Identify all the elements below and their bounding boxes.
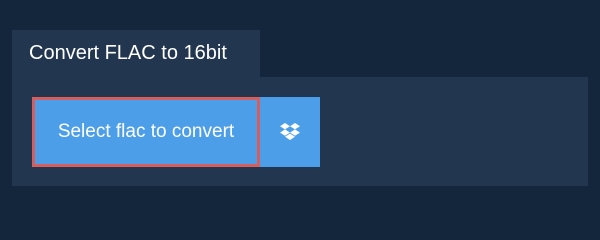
upload-panel: Select flac to convert	[12, 77, 588, 186]
dropbox-icon	[280, 123, 300, 141]
select-file-button[interactable]: Select flac to convert	[32, 97, 260, 167]
tab-title-text: Convert FLAC to 16bit	[29, 42, 227, 64]
dropbox-button[interactable]	[260, 97, 320, 167]
select-file-label: Select flac to convert	[57, 121, 235, 142]
converter-tab-title: Convert FLAC to 16bit	[12, 30, 260, 77]
